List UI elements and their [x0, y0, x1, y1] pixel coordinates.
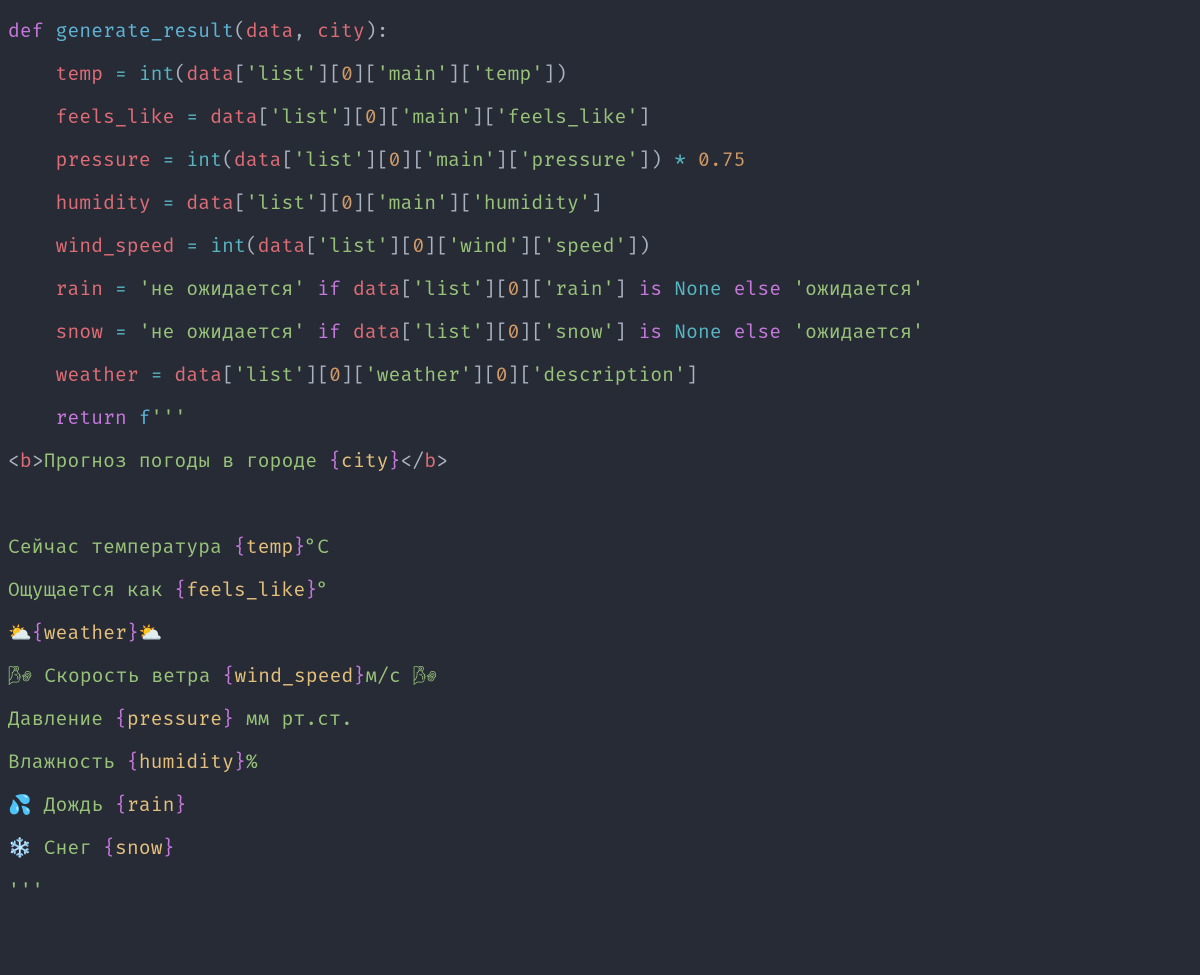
wind-icon: 🌬 Скорость ветра [8, 664, 223, 688]
code-line: pressure = int(data['list'][0]['main']['… [8, 148, 746, 172]
code-line: return f''' [8, 406, 186, 430]
code-line: feels_like = data['list'][0]['main']['fe… [8, 105, 650, 129]
cloud-sun-icon: ⛅ [8, 621, 32, 645]
code-line: temp = int(data['list'][0]['main']['temp… [8, 62, 567, 86]
code-line: 💦 Дождь {rain} [8, 793, 187, 817]
code-line: Ощущается как {feels_like}° [8, 578, 329, 602]
code-line: Влажность {humidity}% [8, 750, 258, 774]
code-editor[interactable]: def generate_result(data, city): temp = … [0, 0, 1200, 923]
function-name: generate_result [56, 19, 234, 43]
code-line: 🌬 Скорость ветра {wind_speed}м/с 🌬 [8, 664, 437, 688]
wind-icon: м/с 🌬 [365, 664, 437, 688]
code-line: ⛅{weather}⛅ [8, 621, 163, 645]
keyword-def: def [8, 19, 44, 43]
code-line: ❄️ Снег {snow} [8, 836, 175, 860]
code-line [8, 492, 20, 516]
code-line: def generate_result(data, city): [8, 19, 389, 43]
code-line: Сейчас температура {temp}°С [8, 535, 329, 559]
code-line: <b>Прогноз погоды в городе {city}</b> [8, 449, 448, 473]
code-line: ''' [8, 879, 44, 903]
droplet-icon: 💦 Дождь [8, 793, 115, 817]
cloud-sun-icon: ⛅ [139, 621, 163, 645]
code-line: Давление {pressure} мм рт.ст. [8, 707, 353, 731]
code-line: humidity = data['list'][0]['main']['humi… [8, 191, 603, 215]
code-line: snow = 'не ожидается' if data['list'][0]… [8, 320, 924, 344]
code-line: wind_speed = int(data['list'][0]['wind']… [8, 234, 650, 258]
code-line: weather = data['list'][0]['weather'][0][… [8, 363, 698, 387]
code-line: rain = 'не ожидается' if data['list'][0]… [8, 277, 924, 301]
snowflake-icon: ❄️ Снег [8, 836, 103, 860]
